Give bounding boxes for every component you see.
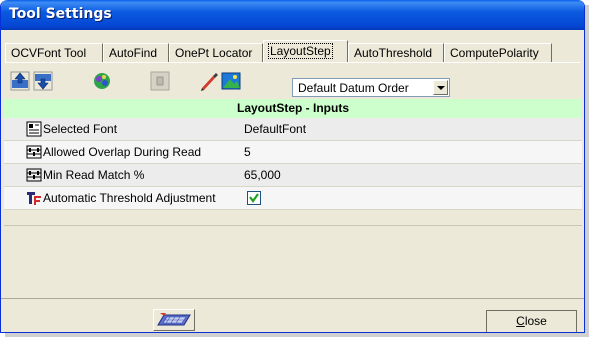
datum-order-select[interactable]: Default Datum Order [292,78,450,97]
window-shadow [585,5,589,335]
tab-ocvfont-tool[interactable]: OCVFont Tool [5,43,103,62]
close-button[interactable]: Close [486,310,577,332]
window-shadow [5,333,589,337]
input-row-auto-threshold[interactable]: Automatic Threshold Adjustment [4,187,582,210]
input-row-allowed-overlap[interactable]: Allowed Overlap During Read 5 [4,141,582,164]
input-row-selected-font[interactable]: Selected Font DefaultFont [4,118,582,141]
input-value[interactable]: 65,000 [244,168,281,182]
chevron-down-icon[interactable] [433,80,448,95]
image-icon[interactable] [220,70,242,92]
footer: Close [1,298,584,332]
move-up-icon[interactable] [9,70,31,92]
keyboard-button[interactable] [153,309,195,331]
threshold-icon [26,190,42,206]
font-icon [26,121,42,137]
keyboard-icon [157,313,191,326]
input-value[interactable]: 5 [244,145,251,159]
input-label: Automatic Threshold Adjustment [43,191,216,205]
pen-icon[interactable] [198,70,220,92]
tab-computepolarity[interactable]: ComputePolarity [444,43,552,62]
toolbar: Default Datum Order [9,70,579,98]
empty-grid-area [4,225,582,299]
tab-layoutstep[interactable]: LayoutStep [263,40,348,63]
settings-blob-icon[interactable] [91,70,113,92]
tab-autothreshold[interactable]: AutoThreshold [348,43,444,62]
abacus-icon [26,167,42,183]
tab-autofind[interactable]: AutoFind [103,43,169,62]
input-value[interactable]: DefaultFont [244,122,306,136]
tab-strip: OCVFont Tool AutoFind OnePt Locator Layo… [5,39,580,63]
tab-onept-locator[interactable]: OnePt Locator [169,43,263,62]
move-down-icon[interactable] [32,70,54,92]
tab-divider [5,62,580,63]
input-row-min-read-match[interactable]: Min Read Match % 65,000 [4,164,582,187]
input-label: Allowed Overlap During Read [43,145,202,159]
disabled-page-icon[interactable] [149,70,171,92]
inputs-grid: Selected Font DefaultFont Allowed Overla… [4,118,582,210]
input-label: Min Read Match % [43,168,145,182]
input-label: Selected Font [43,122,118,136]
section-title: LayoutStep - Inputs [4,99,582,118]
window-title: Tool Settings [9,6,112,22]
tool-settings-window: Tool Settings OCVFont Tool AutoFind OneP… [0,0,585,333]
abacus-icon [26,144,42,160]
title-bar[interactable]: Tool Settings [1,0,584,30]
auto-threshold-checkbox[interactable] [247,191,261,205]
